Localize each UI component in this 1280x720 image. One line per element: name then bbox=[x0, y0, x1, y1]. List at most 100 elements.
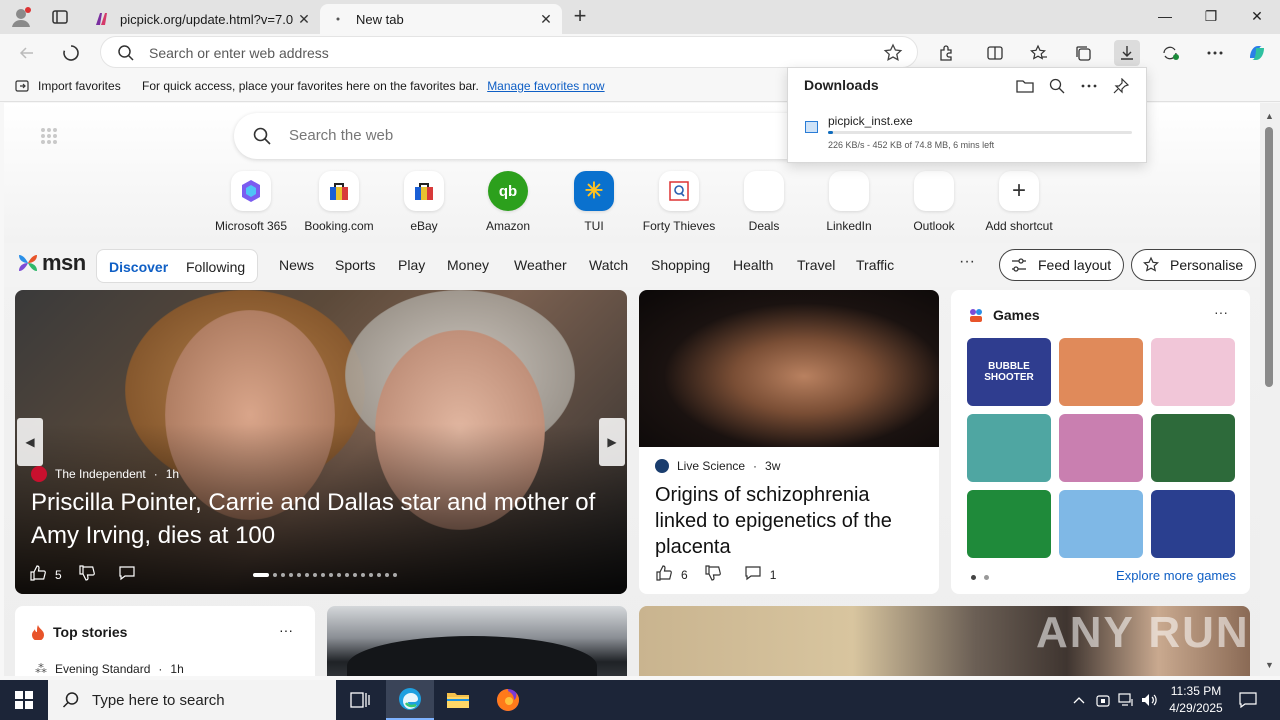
nav-link-news[interactable]: News bbox=[279, 257, 314, 273]
split-screen-icon[interactable] bbox=[982, 40, 1008, 66]
nav-link-weather[interactable]: Weather bbox=[514, 257, 567, 273]
tab-discover[interactable]: Discover bbox=[109, 259, 168, 275]
shortcut-deals[interactable]: Deals bbox=[721, 171, 807, 233]
game-tile-solitaire[interactable] bbox=[967, 490, 1051, 558]
game-tile-4[interactable] bbox=[967, 414, 1051, 482]
games-menu-button[interactable]: ··· bbox=[1214, 304, 1228, 320]
taskbar-clock[interactable]: 11:35 PM 4/29/2025 bbox=[1163, 683, 1229, 717]
story-card-car-image[interactable] bbox=[327, 606, 627, 676]
back-button[interactable] bbox=[14, 40, 40, 66]
story-card-live-science[interactable]: Live Science · 3w Origins of schizophren… bbox=[639, 290, 939, 594]
msn-logo[interactable]: msn bbox=[16, 250, 86, 276]
search-downloads-icon[interactable] bbox=[1046, 75, 1068, 97]
volume-icon[interactable] bbox=[1141, 690, 1159, 710]
show-hidden-icons-chevron-icon[interactable] bbox=[1070, 690, 1088, 710]
scroll-up-arrow-icon[interactable]: ▲ bbox=[1265, 111, 1274, 121]
game-tile-blocks[interactable] bbox=[1151, 490, 1235, 558]
copilot-icon[interactable] bbox=[1244, 40, 1270, 66]
carousel-prev-button[interactable]: ◀ bbox=[17, 418, 43, 466]
personalise-button[interactable]: Personalise bbox=[1131, 249, 1257, 281]
like-icon[interactable] bbox=[29, 564, 47, 585]
taskbar-search-box[interactable]: Type here to search bbox=[48, 680, 336, 720]
story-headline[interactable]: Origins of schizophrenia linked to epige… bbox=[655, 482, 925, 560]
notifications-icon[interactable] bbox=[1238, 690, 1258, 710]
comment-icon[interactable] bbox=[744, 564, 762, 585]
shortcut-tui[interactable]: ✳ TUI bbox=[551, 171, 637, 233]
close-tab-icon[interactable]: ✕ bbox=[294, 11, 314, 28]
download-file-name[interactable]: picpick_inst.exe bbox=[828, 114, 913, 128]
pin-icon[interactable] bbox=[1110, 75, 1132, 97]
more-options-icon[interactable] bbox=[1078, 75, 1100, 97]
add-shortcut-button[interactable]: + Add shortcut bbox=[976, 171, 1062, 233]
favorite-star-icon[interactable] bbox=[883, 43, 903, 68]
favorites-icon[interactable] bbox=[1026, 40, 1052, 66]
profile-icon[interactable] bbox=[10, 6, 32, 28]
settings-more-icon[interactable] bbox=[1202, 40, 1228, 66]
browser-essentials-icon[interactable] bbox=[1158, 40, 1184, 66]
downloads-icon[interactable] bbox=[1114, 40, 1140, 66]
new-tab-button[interactable]: + bbox=[568, 5, 592, 29]
comment-icon[interactable] bbox=[118, 564, 136, 585]
nav-link-traffic[interactable]: Traffic bbox=[856, 257, 894, 273]
tab-following[interactable]: Following bbox=[186, 259, 245, 275]
import-favorites-button[interactable]: Import favorites bbox=[14, 78, 121, 94]
taskbar-edge-button[interactable] bbox=[386, 680, 434, 720]
tab-actions-icon[interactable] bbox=[50, 7, 70, 27]
shortcut-outlook[interactable]: Outlook bbox=[891, 171, 977, 233]
shortcut-linkedin[interactable]: LinkedIn bbox=[806, 171, 892, 233]
top-stories-menu-button[interactable]: ··· bbox=[279, 622, 293, 638]
nav-link-watch[interactable]: Watch bbox=[589, 257, 628, 273]
carousel-next-button[interactable]: ▶ bbox=[599, 418, 625, 466]
shortcut-forty-thieves[interactable]: Forty Thieves bbox=[636, 171, 722, 233]
explore-more-games-link[interactable]: Explore more games bbox=[1116, 568, 1236, 583]
nav-link-travel[interactable]: Travel bbox=[797, 257, 835, 273]
tab-picpick[interactable]: picpick.org/update.html?v=7.0.2 ✕ bbox=[84, 4, 320, 34]
page-scrollbar[interactable]: ▲ ▼ bbox=[1260, 103, 1280, 676]
nav-link-health[interactable]: Health bbox=[733, 257, 773, 273]
shortcut-amazon[interactable]: qb Amazon bbox=[465, 171, 551, 233]
hero-headline[interactable]: Priscilla Pointer, Carrie and Dallas sta… bbox=[31, 486, 621, 552]
game-tile-bubble-shooter[interactable]: BUBBLE SHOOTER bbox=[967, 338, 1051, 406]
more-categories-button[interactable]: ··· bbox=[959, 253, 975, 271]
hero-story-card[interactable]: ◀ ▶ The Independent · 1h Priscilla Point… bbox=[15, 290, 627, 594]
open-folder-icon[interactable] bbox=[1014, 75, 1036, 97]
nav-link-shopping[interactable]: Shopping bbox=[651, 257, 710, 273]
feed-layout-button[interactable]: Feed layout bbox=[999, 249, 1125, 281]
nav-link-play[interactable]: Play bbox=[398, 257, 425, 273]
taskbar-firefox-button[interactable] bbox=[484, 680, 532, 720]
game-tile-5[interactable] bbox=[1059, 414, 1143, 482]
network-icon[interactable] bbox=[1117, 690, 1135, 710]
dislike-icon[interactable] bbox=[78, 564, 96, 585]
tab-new-tab[interactable]: New tab ✕ bbox=[320, 4, 562, 34]
import-favorites-label: Import favorites bbox=[38, 79, 121, 93]
start-button[interactable] bbox=[0, 680, 48, 720]
shortcut-microsoft-365[interactable]: Microsoft 365 bbox=[208, 171, 294, 233]
task-view-button[interactable] bbox=[336, 680, 384, 720]
like-icon[interactable] bbox=[655, 564, 673, 585]
game-tile-8[interactable] bbox=[1059, 490, 1143, 558]
nav-link-money[interactable]: Money bbox=[447, 257, 489, 273]
extensions-icon[interactable] bbox=[934, 40, 960, 66]
shortcut-label: Booking.com bbox=[304, 219, 374, 233]
scrollbar-thumb[interactable] bbox=[1265, 127, 1273, 387]
minimize-button[interactable]: — bbox=[1142, 0, 1188, 32]
shortcut-ebay[interactable]: eBay bbox=[381, 171, 467, 233]
dislike-icon[interactable] bbox=[704, 564, 722, 585]
scroll-down-arrow-icon[interactable]: ▼ bbox=[1265, 660, 1274, 670]
stop-loading-button[interactable] bbox=[58, 40, 84, 66]
shortcut-booking[interactable]: Booking.com bbox=[296, 171, 382, 233]
security-tray-icon[interactable] bbox=[1094, 690, 1112, 710]
close-tab-icon[interactable]: ✕ bbox=[536, 11, 556, 28]
close-window-button[interactable]: ✕ bbox=[1234, 0, 1280, 32]
manage-favorites-link[interactable]: Manage favorites now bbox=[487, 79, 604, 93]
collections-icon[interactable] bbox=[1070, 40, 1096, 66]
apps-launcher-icon[interactable] bbox=[40, 127, 58, 145]
game-tile-mahjong[interactable] bbox=[1151, 414, 1235, 482]
web-search-box[interactable]: Search the web bbox=[234, 113, 834, 159]
taskbar-explorer-button[interactable] bbox=[434, 680, 482, 720]
maximize-button[interactable]: ❐ bbox=[1188, 0, 1234, 32]
game-tile-3[interactable] bbox=[1151, 338, 1235, 406]
address-bar[interactable]: Search or enter web address bbox=[100, 36, 918, 68]
game-tile-2[interactable] bbox=[1059, 338, 1143, 406]
nav-link-sports[interactable]: Sports bbox=[335, 257, 375, 273]
